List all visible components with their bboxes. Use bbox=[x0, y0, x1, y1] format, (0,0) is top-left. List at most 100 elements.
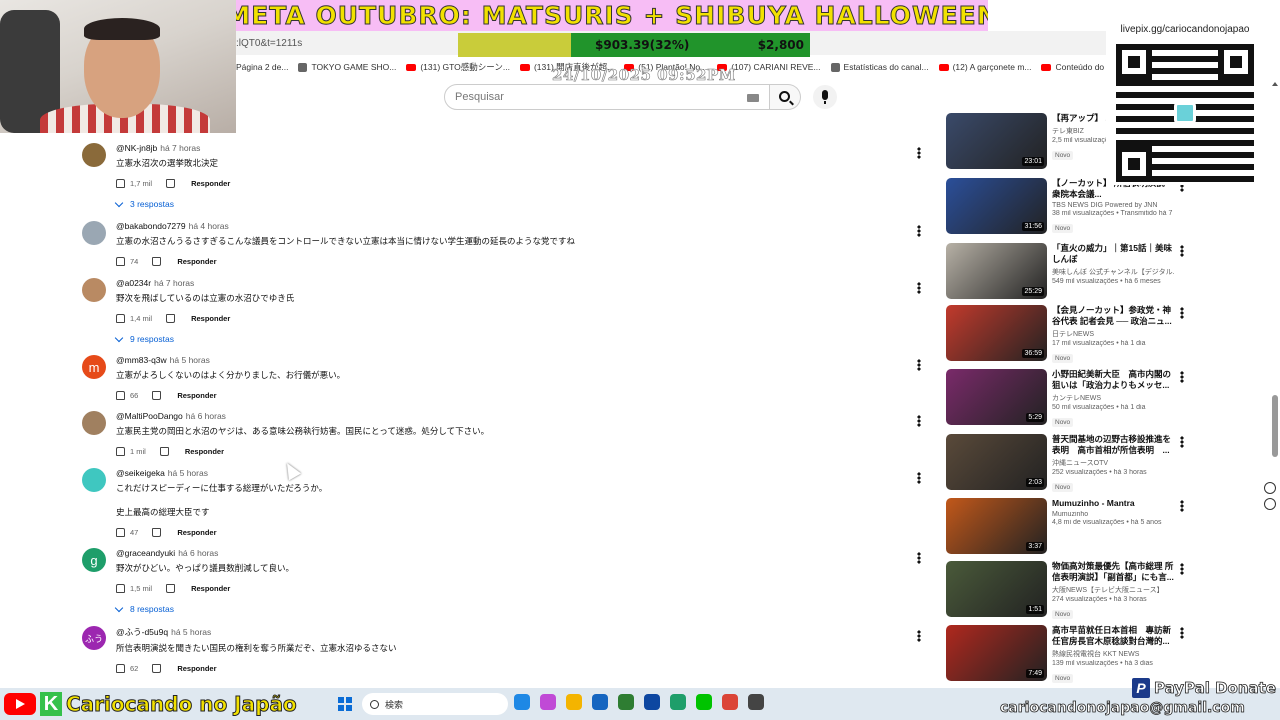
line-icon[interactable] bbox=[696, 694, 712, 710]
bookmark-item[interactable]: TOKYO GAME SHO... bbox=[298, 62, 396, 72]
comment-author[interactable]: @a0234r bbox=[116, 278, 151, 288]
related-video-item[interactable]: 31:56 【ノーカット】 所信表明演説 衆院本会議...TBS NEWS DIG… bbox=[946, 178, 1186, 236]
more-options-icon[interactable] bbox=[917, 415, 921, 427]
video-title[interactable]: 普天間基地の辺野古移設推進を表明 高市首相が所信表明 ... bbox=[1052, 434, 1174, 456]
video-thumbnail[interactable]: 5:29 bbox=[946, 369, 1047, 425]
more-options-icon[interactable] bbox=[917, 552, 921, 564]
video-title[interactable]: 高市早苗就任日本首相 專訪新任官房長官木原稔談對台灣的... bbox=[1052, 625, 1174, 647]
video-thumbnail[interactable]: 23:01 bbox=[946, 113, 1047, 169]
thumbs-up-icon[interactable] bbox=[116, 390, 125, 400]
video-channel[interactable]: 日テレNEWS bbox=[1052, 329, 1174, 339]
avatar[interactable] bbox=[82, 468, 106, 492]
mic-icon[interactable] bbox=[813, 85, 837, 109]
more-options-icon[interactable] bbox=[1180, 500, 1184, 512]
video-thumbnail[interactable]: 2:03 bbox=[946, 434, 1047, 490]
comment-author[interactable]: @graceandyuki bbox=[116, 548, 175, 558]
thumbs-down-icon[interactable] bbox=[152, 256, 162, 266]
thumbs-down-icon[interactable] bbox=[166, 313, 176, 323]
more-options-icon[interactable] bbox=[1180, 627, 1184, 639]
video-thumbnail[interactable]: 7:49 bbox=[946, 625, 1047, 681]
video-channel[interactable]: Mumuzinho bbox=[1052, 511, 1174, 518]
file-explorer-icon[interactable] bbox=[566, 694, 582, 710]
thumbs-up-icon[interactable] bbox=[116, 663, 125, 673]
bookmark-item[interactable]: Página 2 de... bbox=[236, 62, 288, 72]
bookmark-item[interactable]: Estatísticas do canal... bbox=[830, 62, 929, 72]
avatar[interactable] bbox=[82, 278, 106, 302]
windows-start-icon[interactable] bbox=[338, 697, 352, 711]
related-video-item[interactable]: 5:29 小野田紀美新大臣 高市内閣の狙いは「政治力よりもメッセ... カンテレNE… bbox=[946, 369, 1186, 427]
related-video-item[interactable]: 7:49 高市早苗就任日本首相 專訪新任官房長官木原稔談對台灣的... 熱線民視電視… bbox=[946, 625, 1186, 683]
edge-icon[interactable] bbox=[514, 694, 530, 710]
video-thumbnail[interactable]: 1:51 bbox=[946, 561, 1047, 617]
reply-button[interactable]: Responder bbox=[177, 391, 216, 400]
thumbs-up-icon[interactable] bbox=[116, 583, 125, 593]
scrollbar-thumb[interactable] bbox=[1272, 395, 1278, 457]
outlook-icon[interactable] bbox=[592, 694, 608, 710]
comment-time[interactable]: há 4 horas bbox=[189, 221, 229, 231]
thumbs-down-icon[interactable] bbox=[152, 390, 162, 400]
thumbs-down-icon[interactable] bbox=[152, 527, 162, 537]
reply-button[interactable]: Responder bbox=[185, 447, 224, 456]
search-button[interactable] bbox=[770, 84, 801, 110]
thumbs-up-icon[interactable] bbox=[116, 527, 125, 537]
chrome-icon[interactable] bbox=[722, 694, 738, 710]
more-options-icon[interactable] bbox=[1180, 436, 1184, 448]
comment-time[interactable]: há 6 horas bbox=[186, 411, 226, 421]
more-options-icon[interactable] bbox=[917, 225, 921, 237]
video-channel[interactable]: カンテレNEWS bbox=[1052, 393, 1174, 403]
bookmark-item[interactable]: Conteúdo do canal... bbox=[1041, 62, 1108, 72]
thumbs-down-icon[interactable] bbox=[166, 178, 176, 188]
thumbs-down-icon[interactable] bbox=[159, 446, 169, 456]
thumbs-up-icon[interactable] bbox=[116, 178, 125, 188]
more-options-icon[interactable] bbox=[1180, 307, 1184, 319]
avatar[interactable] bbox=[82, 221, 106, 245]
comment-time[interactable]: há 6 horas bbox=[178, 548, 218, 558]
comment-time[interactable]: há 5 horas bbox=[170, 355, 210, 365]
comment-author[interactable]: @bakabondo7279 bbox=[116, 221, 186, 231]
more-options-icon[interactable] bbox=[917, 630, 921, 642]
reply-button[interactable]: Responder bbox=[177, 528, 216, 537]
more-options-icon[interactable] bbox=[1180, 563, 1184, 575]
bookmark-item[interactable]: (12) A garçonete m... bbox=[938, 62, 1031, 72]
comment-author[interactable]: @MaltiPooDango bbox=[116, 411, 183, 421]
video-thumbnail[interactable]: 25:29 bbox=[946, 243, 1047, 299]
close-icon[interactable] bbox=[1264, 482, 1276, 494]
related-video-item[interactable]: 25:29 「直火の威力」｜第15話｜美味しんぼ 美味しんぼ 公式チャンネル【デジタ… bbox=[946, 243, 1186, 301]
more-options-icon[interactable] bbox=[917, 472, 921, 484]
reply-button[interactable]: Responder bbox=[191, 314, 230, 323]
comment-time[interactable]: há 5 horas bbox=[171, 627, 211, 637]
video-channel[interactable]: 沖縄ニュースOTV bbox=[1052, 458, 1174, 468]
more-options-icon[interactable] bbox=[1180, 245, 1184, 257]
avatar[interactable] bbox=[82, 411, 106, 435]
thumbs-up-icon[interactable] bbox=[116, 256, 125, 266]
video-thumbnail[interactable]: 36:59 bbox=[946, 305, 1047, 361]
video-channel[interactable]: 美味しんぼ 公式チャンネル【デジタル... bbox=[1052, 267, 1174, 277]
comment-author[interactable]: @mm83-q3w bbox=[116, 355, 167, 365]
avatar[interactable]: ふう bbox=[82, 626, 106, 650]
copilot-icon[interactable] bbox=[540, 694, 556, 710]
video-title[interactable]: Mumuzinho - Mantra bbox=[1052, 498, 1174, 509]
related-video-item[interactable]: 36:59 【会見ノーカット】参政党・神谷代表 記者会見 ── 政治ニュ... 日テ… bbox=[946, 305, 1186, 363]
view-replies-button[interactable]: 8 respostas bbox=[114, 603, 916, 614]
thumbs-down-icon[interactable] bbox=[152, 663, 162, 673]
reply-button[interactable]: Responder bbox=[177, 257, 216, 266]
comment-author[interactable]: @NK-jn8jb bbox=[116, 143, 157, 153]
keyboard-icon[interactable] bbox=[747, 94, 759, 102]
reply-button[interactable]: Responder bbox=[191, 179, 230, 188]
view-replies-button[interactable]: 9 respostas bbox=[114, 333, 916, 344]
comment-time[interactable]: há 7 horas bbox=[154, 278, 194, 288]
taskbar-search[interactable]: 検索 bbox=[362, 693, 508, 715]
comment-time[interactable]: há 7 horas bbox=[160, 143, 200, 153]
video-thumbnail[interactable]: 3:37 bbox=[946, 498, 1047, 554]
related-video-item[interactable]: 1:51 物価高対策最優先【高市総理 所信表明演説】「副首都」にも言... 大阪NE… bbox=[946, 561, 1186, 619]
reply-button[interactable]: Responder bbox=[177, 664, 216, 673]
related-video-item[interactable]: 2:03 普天間基地の辺野古移設推進を表明 高市首相が所信表明 ... 沖縄ニュース… bbox=[946, 434, 1186, 492]
more-options-icon[interactable] bbox=[1180, 371, 1184, 383]
search-input[interactable]: Pesquisar bbox=[444, 84, 770, 110]
view-replies-button[interactable]: 3 respostas bbox=[114, 198, 916, 209]
thumbs-down-icon[interactable] bbox=[166, 583, 176, 593]
avatar[interactable]: g bbox=[82, 548, 106, 572]
comment-author[interactable]: @seikeigeka bbox=[116, 468, 165, 478]
whatsapp-icon[interactable] bbox=[670, 694, 686, 710]
more-options-icon[interactable] bbox=[917, 282, 921, 294]
